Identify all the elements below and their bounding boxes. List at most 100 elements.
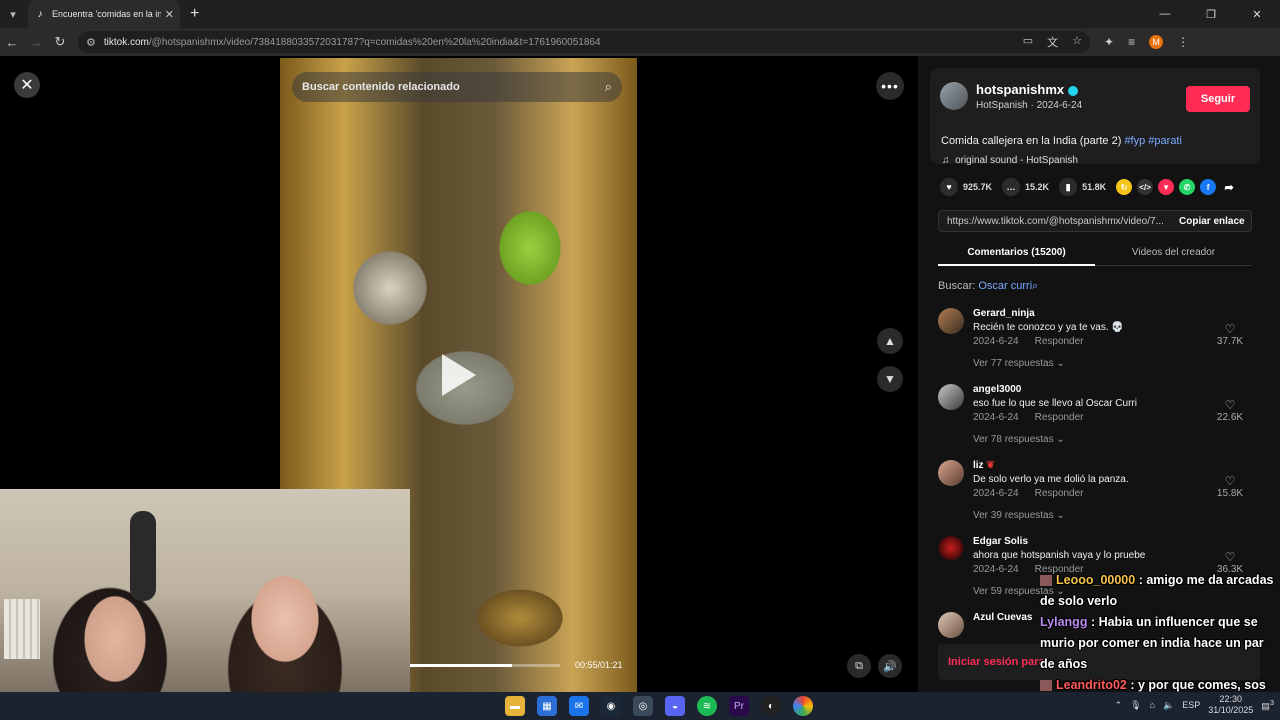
copy-link-button[interactable]: Copiar enlace (1165, 216, 1245, 227)
minimize-button[interactable]: — (1142, 0, 1188, 28)
video-progress-bar[interactable] (410, 664, 560, 667)
tab-comments[interactable]: Comentarios (15200) (938, 240, 1095, 266)
restore-button[interactable]: ❐ (1188, 0, 1234, 28)
back-icon[interactable]: ← (0, 35, 24, 50)
clock[interactable]: 22:30 31/10/2025 (1208, 694, 1253, 716)
tab-creator-videos[interactable]: Videos del creador (1095, 240, 1252, 266)
embed-icon[interactable]: </> (1137, 179, 1154, 195)
chrome-app-icon[interactable] (793, 696, 813, 716)
related-search-input[interactable]: Buscar contenido relacionado ⌕ (292, 72, 622, 102)
like-count: 925.7K (963, 182, 993, 192)
tab-search-icon[interactable]: ▾ (0, 0, 26, 28)
save-action[interactable]: ▮ 51.8K (1059, 178, 1106, 196)
bookmark-star-icon[interactable]: ☆ (1072, 34, 1082, 50)
comment-date: 2024-6-24 (973, 488, 1019, 499)
commenter-avatar[interactable] (938, 308, 964, 334)
close-tab-icon[interactable]: ✕ (165, 8, 174, 21)
close-window-button[interactable]: ✕ (1234, 0, 1280, 28)
volume-icon[interactable]: 🔊 (878, 654, 902, 678)
notification-icon[interactable]: ▤3 (1261, 698, 1274, 712)
whatsapp-icon[interactable]: ✆ (1179, 179, 1196, 195)
hashtag-fyp[interactable]: #fyp (1124, 135, 1145, 147)
play-icon[interactable] (442, 354, 476, 396)
floating-player-icon[interactable]: ⧉ (847, 654, 871, 678)
commenter-name-text: liz (973, 460, 984, 471)
steam-icon[interactable]: ◉ (601, 696, 621, 716)
video-link[interactable]: https://www.tiktok.com/@hotspanishmx/vid… (939, 216, 1165, 227)
like-action[interactable]: ♥ 925.7K (940, 178, 992, 196)
sound-name: original sound - HotSpanish (955, 155, 1078, 166)
previous-video-button[interactable]: ▲ (877, 328, 903, 354)
next-video-button[interactable]: ▼ (877, 366, 903, 392)
heart-outline-icon: ♡ (1224, 322, 1236, 336)
comment-action[interactable]: … 15.2K (1002, 178, 1049, 196)
tray-chevron-icon[interactable]: ⌃ (1115, 700, 1123, 711)
site-info-icon[interactable]: ⚙ (86, 36, 96, 49)
obs-icon[interactable]: ◐ (761, 696, 781, 716)
send-friends-icon[interactable]: ▼ (1158, 179, 1175, 195)
volume-tray-icon[interactable]: 🔈 (1163, 700, 1174, 711)
translate-icon[interactable]: 文 (1047, 34, 1058, 50)
comment-like[interactable]: ♡ 37.7K (1210, 322, 1250, 347)
comment-item: angel3000 eso fue lo que se llevo al Osc… (938, 382, 1258, 458)
close-video-button[interactable]: ✕ (14, 72, 40, 98)
microphone-icon[interactable]: 🎙 (1130, 700, 1141, 711)
commenter-avatar[interactable] (938, 536, 964, 562)
commenter-name[interactable]: Gerard_ninja (973, 308, 1035, 319)
commenter-name[interactable]: angel3000 (973, 384, 1021, 395)
commenter-avatar[interactable] (938, 460, 964, 486)
sound-line[interactable]: ♫ original sound - HotSpanish (942, 155, 1078, 166)
repost-icon[interactable]: ↻ (1116, 179, 1133, 195)
browser-tabbar: ▾ ♪ Encuentra 'comidas en la india' ✕ + … (0, 0, 1280, 28)
commenter-name[interactable]: Edgar Solis (973, 536, 1028, 547)
follow-button[interactable]: Seguir (1186, 86, 1250, 112)
comment-meta: 2024-6-24 Responder (973, 488, 1100, 499)
save-count: 51.8K (1082, 182, 1107, 192)
share-arrow-icon[interactable]: ➦ (1221, 179, 1237, 195)
commenter-name[interactable]: Azul Cuevas (973, 612, 1032, 623)
commenter-avatar[interactable] (938, 384, 964, 410)
mail-icon[interactable]: ✉ (569, 696, 589, 716)
comment-like[interactable]: ♡ 15.8K (1210, 474, 1250, 499)
caption-text: Comida callejera en la India (parte 2) (941, 135, 1122, 147)
extensions-icon[interactable]: ✦ (1104, 35, 1114, 49)
creator-avatar[interactable] (940, 82, 968, 110)
chrome-icon[interactable]: ◎ (633, 696, 653, 716)
premiere-icon[interactable]: Pr (729, 696, 749, 716)
store-icon[interactable]: ▦ (537, 696, 557, 716)
input-language[interactable]: ESP (1182, 700, 1200, 710)
view-replies-button[interactable]: Ver 77 respuestas ⌄ (973, 358, 1065, 369)
install-app-icon[interactable]: ▭ (1023, 34, 1033, 50)
comment-text: Recién te conozco y ya te vas. 💀 (973, 322, 1124, 333)
search-term-icon[interactable]: ⌕ (1032, 280, 1038, 292)
profile-avatar[interactable]: M (1149, 35, 1164, 49)
browser-menu-icon[interactable]: ⋮ (1177, 35, 1189, 49)
commenter-name[interactable]: liz ❦ (973, 460, 995, 471)
forward-icon[interactable]: → (24, 35, 48, 50)
reading-list-icon[interactable]: ≡ (1128, 35, 1135, 49)
search-suggestion: Buscar: Oscar curri⌕ (938, 280, 1038, 293)
discord-icon[interactable]: ◒ (665, 696, 685, 716)
more-options-button[interactable]: ••• (876, 72, 904, 100)
network-icon[interactable]: ⌂ (1150, 700, 1155, 710)
reload-icon[interactable]: ↻ (48, 34, 72, 50)
facebook-icon[interactable]: f (1200, 179, 1217, 195)
view-replies-button[interactable]: Ver 78 respuestas ⌄ (973, 434, 1065, 445)
reply-button[interactable]: Responder (1035, 336, 1084, 347)
new-tab-button[interactable]: + (190, 5, 199, 23)
chat-username: Lylangg (1040, 615, 1088, 629)
search-term-link[interactable]: Oscar curri (978, 280, 1032, 292)
commenter-avatar[interactable] (938, 612, 964, 638)
creator-username[interactable]: hotspanishmx (976, 82, 1079, 97)
reply-button[interactable]: Responder (1035, 488, 1084, 499)
comment-text: ahora que hotspanish vaya y lo pruebe (973, 550, 1146, 561)
url-bar[interactable]: ⚙ tiktok.com /@hotspanishmx/video/738418… (78, 31, 1090, 53)
view-replies-button[interactable]: Ver 39 respuestas ⌄ (973, 510, 1065, 521)
spotify-icon[interactable]: ≋ (697, 696, 717, 716)
search-icon[interactable]: ⌕ (605, 79, 612, 95)
hashtag-parati[interactable]: #parati (1148, 135, 1182, 147)
browser-tab[interactable]: ♪ Encuentra 'comidas en la india' ✕ (28, 0, 180, 28)
reply-button[interactable]: Responder (1035, 412, 1084, 423)
file-explorer-icon[interactable]: ▬ (505, 696, 525, 716)
comment-like[interactable]: ♡ 22.6K (1210, 398, 1250, 423)
